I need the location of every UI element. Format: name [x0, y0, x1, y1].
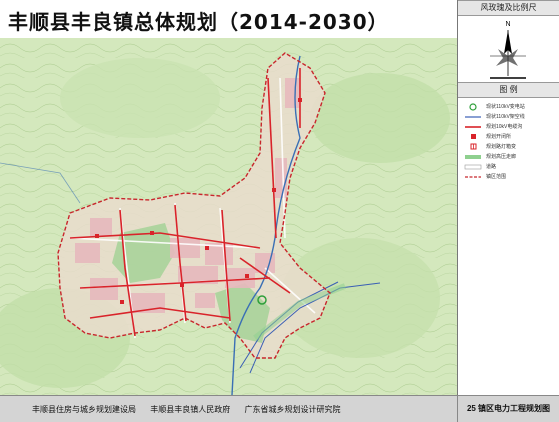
map-canvas[interactable] — [0, 38, 457, 395]
title-bar: 丰顺县丰良镇总体规划（2014-2030） — [0, 0, 457, 38]
legend-label: 道路 — [486, 164, 497, 170]
road-icon — [464, 164, 482, 170]
legend-label: 规划10kV电缆沟 — [486, 124, 523, 130]
legend-label: 现状110kV架空线 — [486, 114, 525, 120]
switching-station-icon — [471, 134, 476, 139]
footer-bar: 丰顺县住房与城乡规划建设局 丰顺县丰良镇人民政府 广东省城乡规划设计研究院 25… — [0, 395, 559, 422]
footer-organizations: 丰顺县住房与城乡规划建设局 丰顺县丰良镇人民政府 广东省城乡规划设计研究院 — [32, 404, 352, 415]
legend-label: 规划开闭所 — [486, 134, 512, 140]
legend-item: 规划10kV电缆沟 — [464, 122, 558, 132]
legend-label: 规划路灯箱变 — [486, 144, 517, 150]
legend-label: 镇区范围 — [486, 174, 507, 180]
legend-panel: 风玫瑰及比例尺 N 图 例 现状110kV变电站 现状110kV架空线 规划10… — [457, 0, 559, 395]
legend-header: 图 例 — [458, 82, 559, 98]
hv-corridor-icon — [465, 155, 481, 159]
existing-110kv-line-icon — [465, 116, 481, 118]
legend-item: 镇区范围 — [464, 172, 558, 182]
legend-list: 现状110kV变电站 现状110kV架空线 规划10kV电缆沟 规划开闭所 规划… — [458, 98, 559, 188]
hill-area — [310, 73, 450, 163]
legend-item: 规划高压走廊 — [464, 152, 558, 162]
legend-item: 道路 — [464, 162, 558, 172]
streetlight-transformer-icon — [470, 143, 477, 150]
legend-label: 现状110kV变电站 — [486, 104, 525, 110]
legend-item: 现状110kV变电站 — [464, 102, 558, 112]
hill-area — [60, 58, 220, 138]
map-title: 丰顺县丰良镇总体规划（2014-2030） — [8, 10, 389, 34]
map-svg — [0, 38, 457, 395]
legend-item: 现状110kV架空线 — [464, 112, 558, 122]
substation-existing-icon — [469, 103, 477, 111]
org-name: 丰顺县丰良镇人民政府 — [150, 405, 231, 414]
legend-label: 规划高压走廊 — [486, 154, 517, 160]
legend-item: 规划开闭所 — [464, 132, 558, 142]
north-arrow-icon: N — [490, 21, 526, 79]
north-label: N — [505, 21, 510, 28]
sheet-title: 25 镇区电力工程规划图 — [457, 396, 559, 422]
wind-rose: N — [458, 16, 559, 82]
town-boundary-icon — [465, 176, 481, 178]
planned-10kv-cable-icon — [465, 126, 481, 128]
org-name: 丰顺县住房与城乡规划建设局 — [32, 405, 136, 414]
legend-item: 规划路灯箱变 — [464, 142, 558, 152]
org-name: 广东省城乡规划设计研究院 — [244, 405, 341, 414]
compass-header: 风玫瑰及比例尺 — [458, 0, 559, 16]
